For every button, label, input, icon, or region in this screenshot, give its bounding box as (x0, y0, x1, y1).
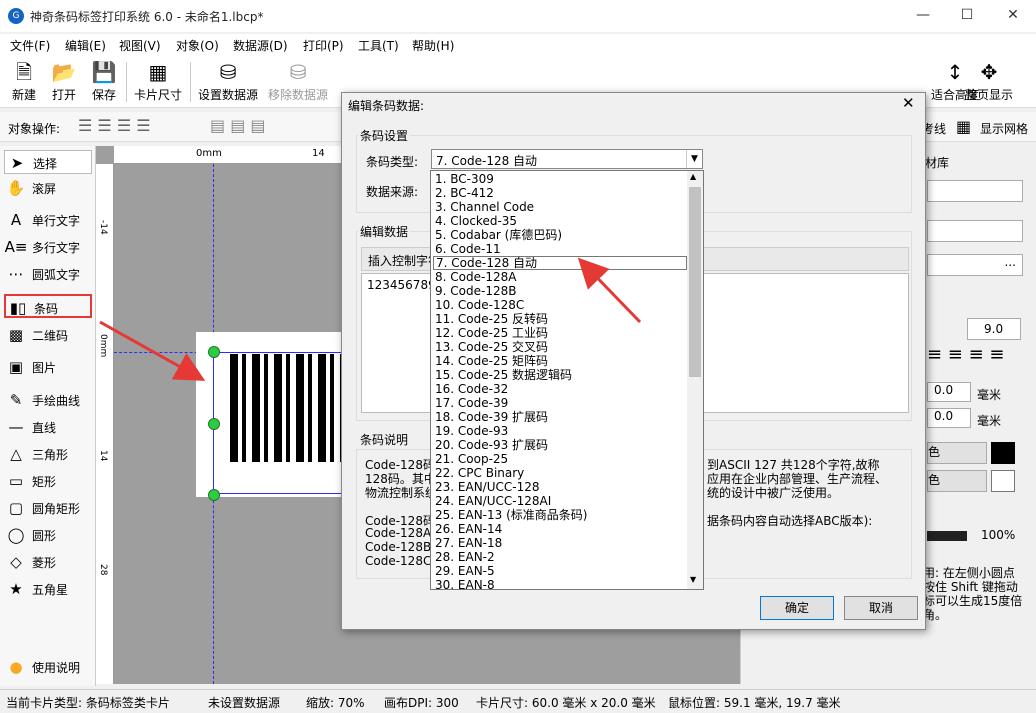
arrow-to-option (577, 257, 642, 324)
arrow-to-barcode (99, 320, 206, 381)
annotation-arrows (99, 257, 642, 381)
